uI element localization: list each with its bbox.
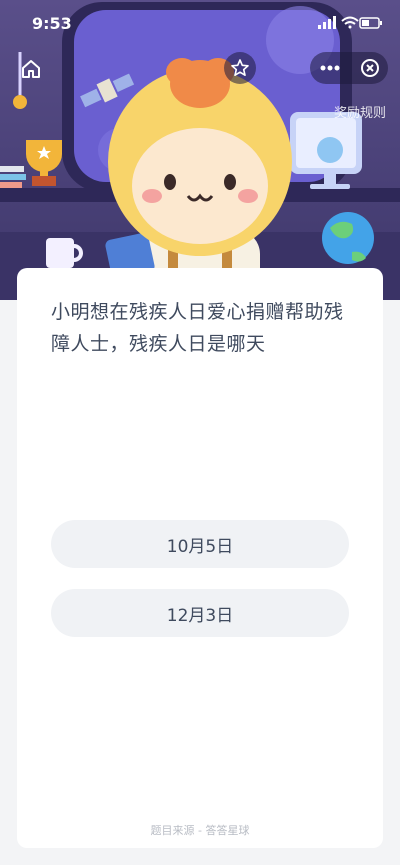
globe-icon <box>322 212 374 264</box>
signal-icon <box>318 16 336 29</box>
close-circle-icon <box>361 59 379 77</box>
mug-icon <box>46 238 74 268</box>
status-bar: 9:53 <box>0 0 400 44</box>
mini-program-capsule <box>224 52 388 84</box>
more-dots-icon <box>320 65 340 71</box>
favorite-button[interactable] <box>224 52 256 84</box>
wifi-icon <box>341 16 359 29</box>
answer-option-1[interactable]: 10月5日 <box>51 520 349 568</box>
status-time: 9:53 <box>32 14 72 33</box>
question-card: 小明想在残疾人日爱心捐赠帮助残障人士，残疾人日是哪天 10月5日 12月3日 题… <box>17 268 383 848</box>
hero-illustration <box>0 0 400 300</box>
rules-link[interactable]: 奖励规则 <box>334 102 386 121</box>
home-button[interactable] <box>16 54 46 84</box>
hero-scene <box>0 2 400 300</box>
more-button[interactable] <box>314 52 346 84</box>
home-icon <box>22 60 40 78</box>
battery-icon <box>359 17 382 29</box>
star-icon <box>231 59 249 77</box>
trophy-icon <box>26 140 62 186</box>
answer-option-2[interactable]: 12月3日 <box>51 589 349 637</box>
question-text: 小明想在残疾人日爱心捐赠帮助残障人士，残疾人日是哪天 <box>51 301 344 355</box>
close-button[interactable] <box>354 52 386 84</box>
status-icons <box>318 15 382 34</box>
source-footer: 题目来源 - 答答星球 <box>150 824 250 837</box>
